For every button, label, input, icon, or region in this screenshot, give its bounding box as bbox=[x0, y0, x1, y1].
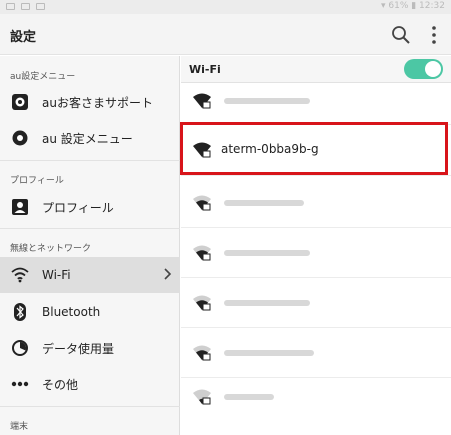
sidebar-item-bluetooth[interactable]: Bluetooth bbox=[0, 294, 180, 330]
sidebar-item-label: データ使用量 bbox=[42, 341, 115, 356]
network-list-item[interactable] bbox=[181, 373, 451, 421]
search-icon[interactable] bbox=[391, 25, 411, 45]
divider bbox=[181, 175, 451, 176]
network-name-redacted bbox=[224, 300, 310, 306]
network-name-redacted bbox=[224, 250, 310, 256]
sidebar-item-au-support[interactable]: auお客さまサポート bbox=[0, 84, 180, 120]
section-header-wireless: 無線とネットワーク bbox=[10, 244, 92, 254]
divider bbox=[181, 327, 451, 328]
sidebar-item-data-usage[interactable]: データ使用量 bbox=[0, 330, 180, 366]
network-list-item[interactable] bbox=[181, 229, 451, 277]
profile-icon bbox=[11, 198, 29, 216]
wifi-signal-locked-icon bbox=[193, 389, 211, 405]
sidebar-item-label: Wi-Fi bbox=[42, 268, 71, 282]
bluetooth-icon bbox=[11, 303, 29, 321]
notification-icon bbox=[6, 3, 15, 10]
page-title: 設定 bbox=[10, 30, 37, 45]
status-bar: ▾ 61% ▮ 12:32 bbox=[0, 0, 451, 14]
app-bar: 設定 bbox=[0, 14, 451, 55]
network-name-redacted bbox=[224, 200, 304, 206]
notification-icon bbox=[36, 3, 45, 10]
network-name-redacted bbox=[224, 394, 274, 400]
sidebar-item-label: その他 bbox=[42, 377, 79, 392]
sidebar-item-label: au 設定メニュー bbox=[42, 131, 133, 146]
divider bbox=[0, 160, 180, 161]
toggle-knob bbox=[425, 61, 441, 77]
wifi-signal-locked-icon bbox=[193, 345, 211, 361]
wifi-signal-locked-icon bbox=[193, 245, 211, 261]
sidebar-item-label: プロフィール bbox=[42, 200, 114, 215]
divider bbox=[181, 277, 451, 278]
sidebar-item-label: auお客さまサポート bbox=[42, 95, 153, 110]
sidebar-item-label: Bluetooth bbox=[42, 305, 101, 319]
network-list-item[interactable] bbox=[181, 279, 451, 327]
sidebar-item-wifi[interactable]: Wi-Fi bbox=[0, 257, 180, 293]
divider bbox=[0, 406, 180, 407]
sidebar-item-profile[interactable]: プロフィール bbox=[0, 189, 180, 225]
section-header-device: 端末 bbox=[10, 422, 29, 432]
divider bbox=[181, 227, 451, 228]
wifi-icon bbox=[11, 266, 29, 284]
network-name-redacted bbox=[224, 98, 310, 104]
more-icon bbox=[11, 375, 29, 393]
network-list-item[interactable] bbox=[181, 179, 451, 227]
sidebar-item-au-settings-menu[interactable]: au 設定メニュー bbox=[0, 120, 180, 156]
highlight-box bbox=[180, 122, 448, 175]
network-list-item[interactable] bbox=[181, 329, 451, 377]
network-list-item[interactable] bbox=[181, 77, 451, 125]
notification-icon bbox=[21, 3, 30, 10]
divider bbox=[0, 228, 180, 229]
status-text: ▾ 61% ▮ 12:32 bbox=[381, 1, 445, 11]
wifi-signal-locked-icon bbox=[193, 93, 211, 109]
support-icon bbox=[11, 93, 29, 111]
wifi-signal-locked-icon bbox=[193, 195, 211, 211]
status-icons-left bbox=[6, 3, 45, 10]
wifi-panel: Wi-Fi aterm-0bba9b-g bbox=[181, 56, 451, 435]
gear-icon bbox=[11, 129, 29, 147]
overflow-menu-icon[interactable] bbox=[427, 25, 441, 45]
section-header-profile: プロフィール bbox=[10, 176, 64, 186]
section-header-au-settings: au設定メニュー bbox=[10, 72, 76, 82]
data-usage-icon bbox=[11, 339, 29, 357]
wifi-toggle[interactable] bbox=[404, 59, 443, 79]
settings-sidebar: au設定メニュー auお客さまサポート au 設定メニュー プロフィール プロフ… bbox=[0, 56, 180, 435]
network-name-redacted bbox=[224, 350, 314, 356]
wifi-header-label: Wi-Fi bbox=[189, 63, 221, 76]
sidebar-item-more[interactable]: その他 bbox=[0, 366, 180, 402]
wifi-signal-locked-icon bbox=[193, 295, 211, 311]
chevron-right-icon bbox=[164, 268, 172, 280]
